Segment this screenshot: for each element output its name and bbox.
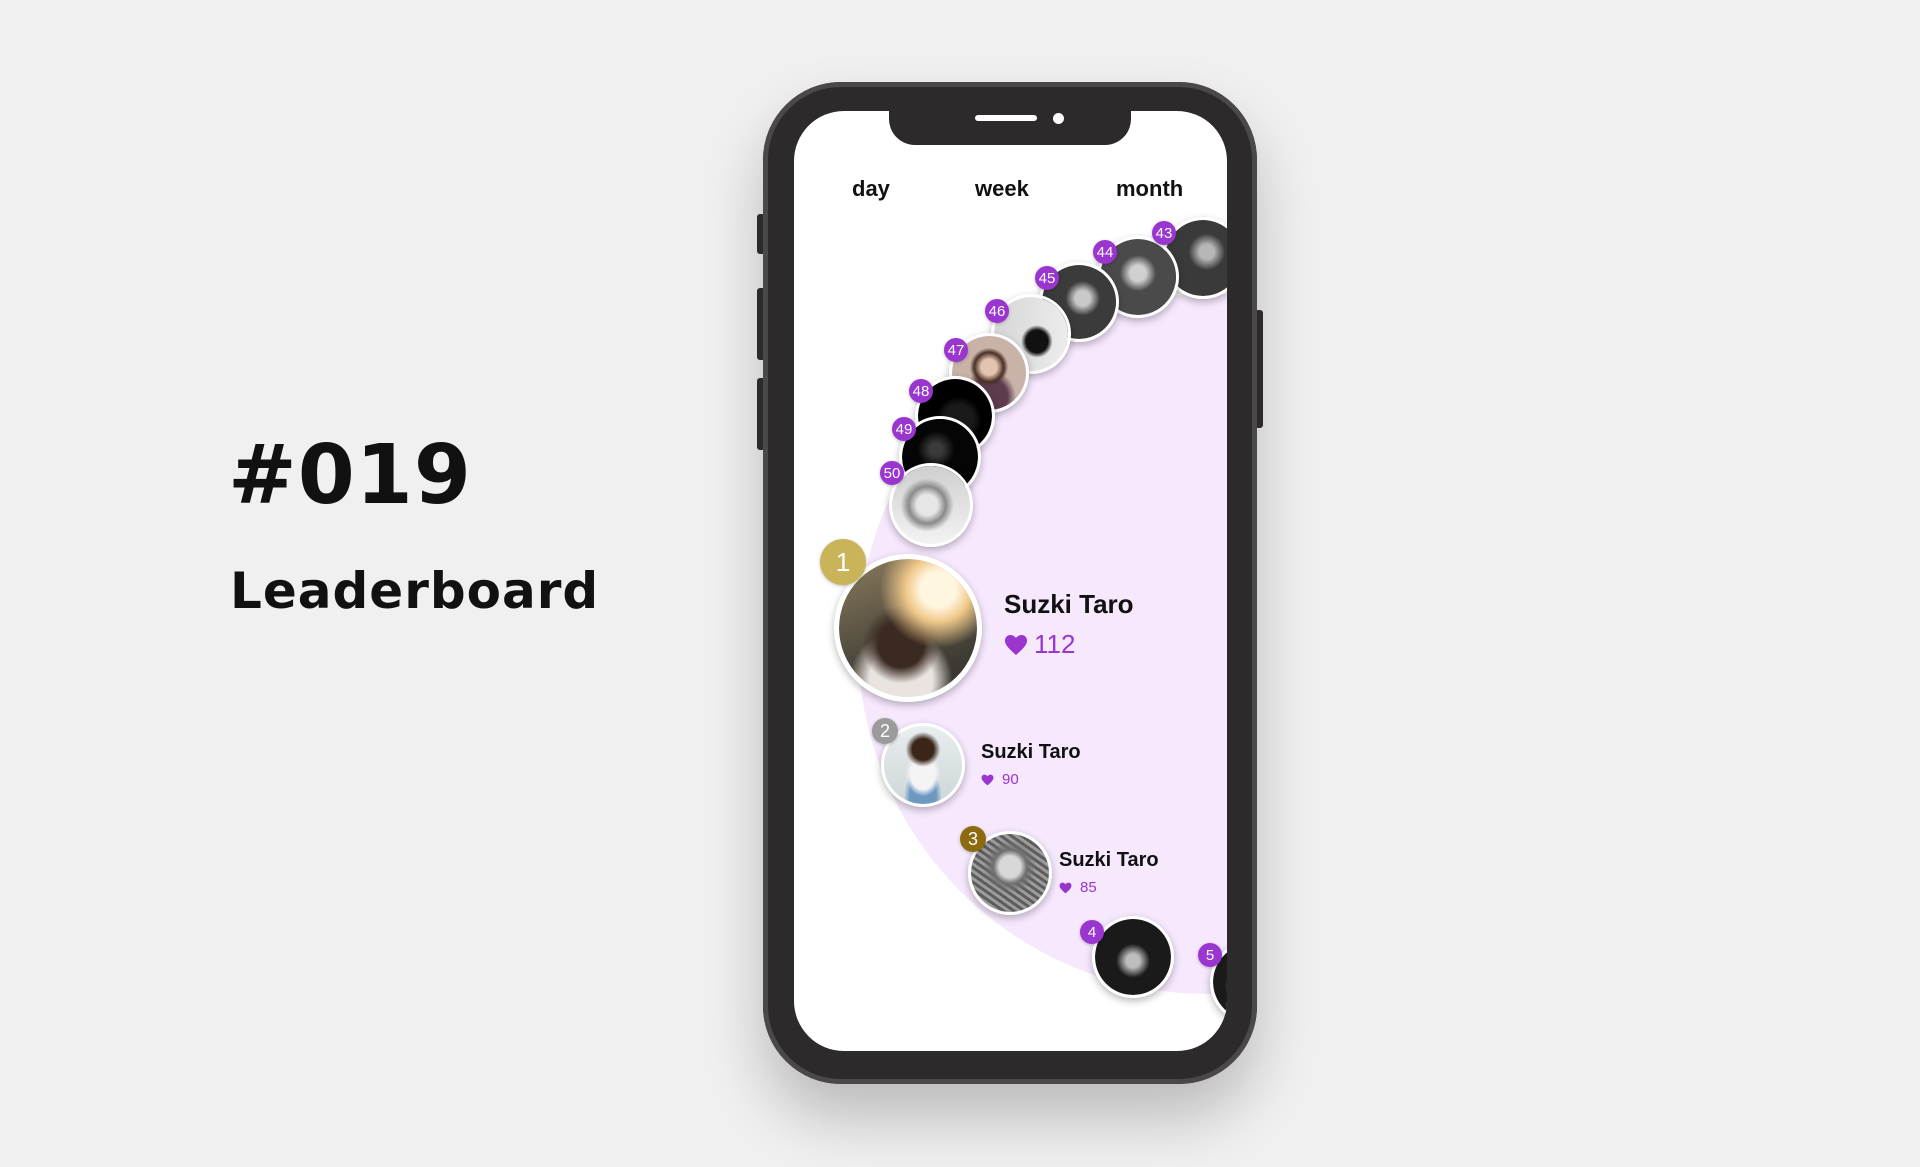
- app-screen: 43 44 45 46 47 48 49 50 1 Suzki Taro 112 2 Suzk…: [794, 111, 1227, 1051]
- leader-1-photo: [839, 559, 977, 697]
- tab-week[interactable]: week: [975, 176, 1029, 202]
- phone-frame: 43 44 45 46 47 48 49 50 1 Suzki Taro 112 2 Suzk…: [757, 82, 1263, 1084]
- leader-2-score: 90: [981, 771, 1019, 788]
- tab-day[interactable]: day: [852, 176, 890, 202]
- front-camera: [1053, 113, 1064, 124]
- leader-1-score-value: 112: [1034, 629, 1076, 659]
- rank-50-photo: [892, 466, 970, 544]
- rank-badge-46: 46: [985, 299, 1009, 323]
- rank-badge-5: 5: [1198, 943, 1222, 967]
- leader-3-name: Suzki Taro: [1059, 849, 1159, 871]
- hero-title: Leaderboard: [230, 562, 600, 620]
- rank-badge-1: 1: [820, 539, 866, 585]
- rank-badge-50: 50: [880, 461, 904, 485]
- rank-badge-48: 48: [909, 379, 933, 403]
- rank-badge-49: 49: [892, 417, 916, 441]
- tab-month[interactable]: month: [1116, 176, 1183, 202]
- leader-1-score: 112: [1004, 629, 1075, 660]
- heart-icon: [1059, 882, 1072, 893]
- leader-3-score-value: 85: [1080, 879, 1097, 896]
- rank-4-photo: [1095, 919, 1171, 995]
- rank-4-avatar[interactable]: [1092, 916, 1174, 998]
- hero-number: #019: [228, 428, 472, 523]
- rank-badge-43: 43: [1152, 221, 1176, 245]
- heart-icon: [1005, 634, 1027, 655]
- leader-2-score-value: 90: [1002, 771, 1019, 788]
- leader-2-name: Suzki Taro: [981, 741, 1081, 763]
- rank-badge-45: 45: [1035, 266, 1059, 290]
- leader-1-name: Suzki Taro: [1004, 589, 1134, 619]
- speaker-grille: [975, 115, 1037, 121]
- rank-badge-2: 2: [872, 718, 898, 744]
- phone-notch: [889, 111, 1131, 145]
- rank-badge-44: 44: [1093, 240, 1117, 264]
- rank-badge-47: 47: [944, 338, 968, 362]
- heart-icon: [981, 774, 994, 785]
- rank-badge-3: 3: [960, 826, 986, 852]
- rank-badge-4: 4: [1080, 920, 1104, 944]
- leader-3-score: 85: [1059, 879, 1097, 896]
